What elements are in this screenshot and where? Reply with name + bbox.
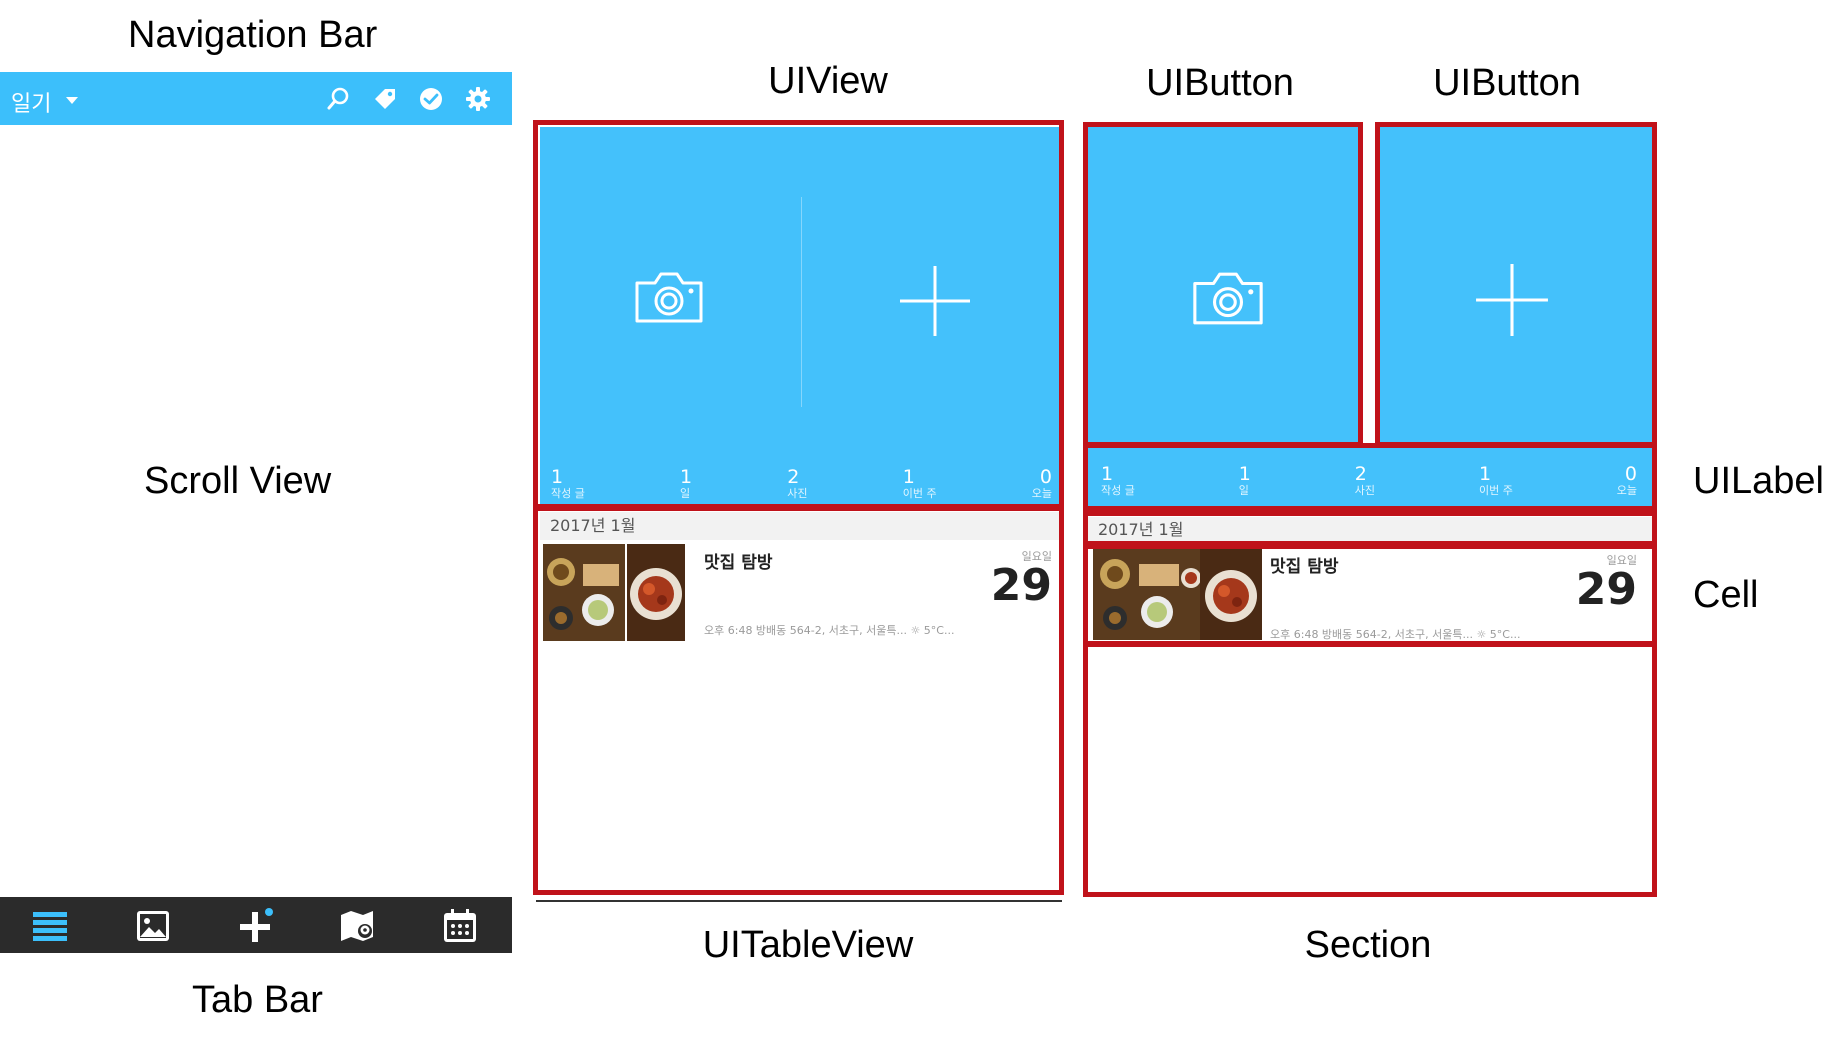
stat-photos: 2 사진 (787, 466, 808, 500)
entry-title: 맛집 탐방 (1270, 557, 1339, 577)
nav-title[interactable]: 일기 (11, 86, 51, 118)
caption-uiview: UIView (768, 60, 888, 102)
calendar-icon[interactable] (441, 907, 479, 945)
entry-meta: 오후 6:48 방배동 564-2, 서초구, 서울특... ☼ 5°C... (1270, 628, 1521, 641)
camera-button[interactable] (1088, 127, 1358, 442)
stat-days: 1일 (1238, 463, 1251, 497)
chevron-down-icon[interactable] (66, 97, 78, 105)
stat-days: 1일 (680, 466, 693, 500)
table-cell[interactable]: 맛집 탐방 일요일 29 오후 6:48 방배동 564-2, 서초구, 서울특… (540, 542, 1063, 642)
section-header: 2017년 1월 (540, 512, 1063, 540)
divider (801, 197, 802, 407)
photo-icon[interactable] (134, 907, 172, 945)
stat-today: 0 오늘 (1616, 463, 1637, 497)
caption-cell: Cell (1693, 574, 1759, 616)
stat-posts: 1 작성 글 (1101, 463, 1135, 497)
caption-uibutton-camera: UIButton (1146, 62, 1294, 104)
entry-day: 29 (990, 560, 1052, 611)
pasta-photo-thumbnail (1200, 548, 1262, 640)
camera-icon (1193, 272, 1263, 325)
table-cell[interactable]: 맛집 탐방 일요일 29 오후 6:48 방배동 564-2, 서초구, 서울특… (1088, 546, 1652, 642)
separator-line (536, 900, 1062, 902)
caption-uilabel: UILabel (1693, 460, 1824, 502)
stat-photos: 2 사진 (1354, 463, 1376, 497)
list-icon[interactable] (31, 907, 69, 945)
pasta-photo-thumbnail (627, 544, 685, 641)
stat-today: 0 오늘 (1031, 466, 1052, 500)
map-icon[interactable] (339, 907, 377, 945)
stat-posts: 1 작성 글 (551, 466, 585, 500)
entry-day: 29 (1575, 564, 1637, 615)
stats-row: 1 작성 글 1일 2 사진 1 이번 주 0 오늘 (551, 467, 1052, 501)
caption-section: Section (1304, 924, 1432, 966)
entry-title: 맛집 탐방 (704, 553, 773, 573)
stat-this-week: 1 이번 주 (1478, 463, 1513, 497)
caption-navigation-bar: Navigation Bar (128, 14, 378, 56)
stat-this-week: 1 이번 주 (902, 466, 937, 500)
search-icon[interactable] (325, 86, 351, 112)
navigation-bar: 일기 (0, 72, 512, 125)
caption-tab-bar: Tab Bar (192, 979, 323, 1021)
gear-icon[interactable] (465, 86, 491, 112)
plus-icon (1476, 264, 1548, 336)
entry-meta: 오후 6:48 방배동 564-2, 서초구, 서울특... ☼ 5°C... (704, 624, 955, 637)
stats-label-bar: 1 작성 글 1일 2 사진 1 이번 주 0 오늘 (1088, 448, 1652, 506)
caption-uitableview: UITableView (702, 924, 914, 966)
section-header: 2017년 1월 (1088, 517, 1652, 543)
check-circle-icon[interactable] (418, 86, 444, 112)
header-view: 1 작성 글 1일 2 사진 1 이번 주 0 오늘 (540, 127, 1063, 506)
caption-scroll-view: Scroll View (144, 460, 332, 502)
plus-icon[interactable] (898, 264, 972, 338)
section-highlight (1083, 641, 1657, 897)
camera-icon[interactable] (633, 269, 705, 325)
caption-uibutton-add: UIButton (1433, 62, 1581, 104)
tab-bar (0, 897, 512, 953)
stats-row: 1 작성 글 1일 2 사진 1 이번 주 0 오늘 (1101, 464, 1637, 498)
add-icon[interactable] (236, 907, 274, 945)
tag-icon[interactable] (372, 86, 398, 112)
food-photo-thumbnail (1093, 548, 1205, 640)
add-button[interactable] (1380, 127, 1652, 442)
food-photo-thumbnail (543, 544, 625, 641)
